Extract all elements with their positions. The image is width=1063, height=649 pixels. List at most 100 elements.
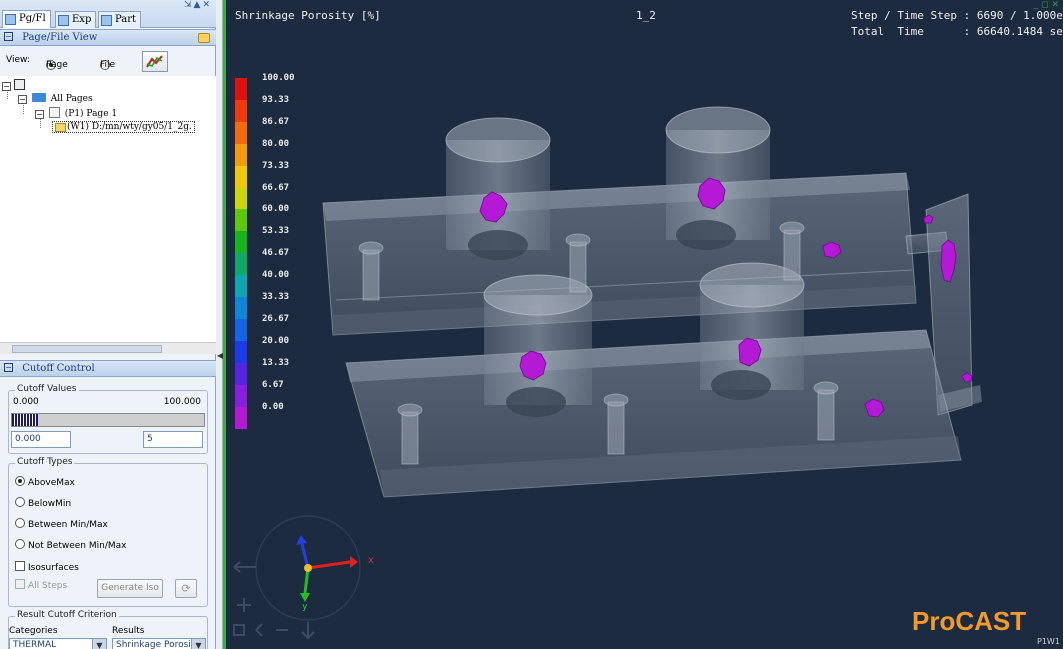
panel-tabs: Pg/Fl Exp Part ⇲▲✕ xyxy=(0,0,216,28)
legend-label: 86.67 xyxy=(262,116,290,127)
legend-swatch xyxy=(235,253,247,276)
results-label: Results xyxy=(112,626,145,636)
x-axis-label: x xyxy=(368,555,375,566)
categories-select[interactable]: THERMAL ▼ xyxy=(9,638,107,649)
not-between-min-max-radio[interactable]: Not Between Min/Max xyxy=(15,539,126,551)
viewport-window-controls[interactable]: _ ◻ ✕ xyxy=(1034,0,1059,10)
cutoff-values-title: Cutoff Values xyxy=(15,384,79,394)
total-time-readout: Total Time : 66640.1484 sec xyxy=(851,25,1063,38)
radio-icon xyxy=(15,497,25,507)
procast-logo: ProCAST xyxy=(912,606,1027,636)
legend-swatch xyxy=(235,340,247,363)
legend-swatch xyxy=(235,143,247,166)
tree-item-page-1[interactable]: − (P1) Page 1 xyxy=(35,107,117,119)
below-min-radio[interactable]: BelowMin xyxy=(15,497,71,509)
tree-horizontal-scrollbar[interactable] xyxy=(0,342,216,354)
legend-label: 33.33 xyxy=(262,292,290,302)
legend-label: 13.33 xyxy=(262,357,290,368)
legend-label: 46.67 xyxy=(262,248,290,259)
radio-icon xyxy=(15,518,25,528)
chevron-down-icon: ▼ xyxy=(191,639,205,649)
legend-swatch xyxy=(235,78,247,100)
cutoff-low-input[interactable]: 0.000 xyxy=(11,431,71,448)
legend-swatch xyxy=(235,209,247,232)
panel-window-controls[interactable]: ⇲▲✕ xyxy=(184,0,212,10)
categories-label: Categories xyxy=(9,626,58,636)
all-steps-checkbox[interactable]: All Steps xyxy=(15,579,67,591)
cutoff-types-title: Cutoff Types xyxy=(15,457,75,467)
cutoff-min-value: 0.000 xyxy=(13,397,39,407)
tab-exp[interactable]: Exp xyxy=(55,11,97,28)
legend-swatch xyxy=(235,362,247,385)
tree-item-window-1[interactable]: (W1) D:/mn/wty/gy05/1_2g. xyxy=(52,121,195,133)
result-title: Shrinkage Porosity [%] xyxy=(235,9,381,22)
tab-pg-fl[interactable]: Pg/Fl xyxy=(2,10,51,28)
collapse-icon[interactable]: − xyxy=(4,363,13,372)
legend-swatch xyxy=(235,406,247,429)
above-max-radio[interactable]: AboveMax xyxy=(15,476,75,488)
collapse-icon[interactable]: − xyxy=(4,32,13,41)
orientation-triad[interactable] xyxy=(255,515,361,621)
cutoff-control-title: Cutoff Control xyxy=(22,363,95,374)
legend-label: 53.33 xyxy=(262,226,290,237)
legend-swatch xyxy=(235,384,247,407)
tree-item-all-pages[interactable]: − All Pages xyxy=(18,93,93,104)
graph-icon xyxy=(146,55,163,68)
legend-label: 93.33 xyxy=(262,94,290,105)
isosurfaces-checkbox[interactable]: Isosurfaces xyxy=(15,561,79,573)
part-icon xyxy=(101,15,112,26)
comment-icon[interactable] xyxy=(198,33,210,43)
legend-swatch xyxy=(235,99,247,122)
radio-icon xyxy=(15,476,25,486)
tab-part[interactable]: Part xyxy=(98,11,142,28)
results-select[interactable]: Shrinkage Porosity ▼ xyxy=(112,638,206,649)
cutoff-max-value: 100.000 xyxy=(163,397,201,407)
page-icon xyxy=(48,107,60,118)
legend-swatch xyxy=(235,318,247,341)
iso-settings-button[interactable]: ⟳ xyxy=(175,579,197,598)
legend-label: 20.00 xyxy=(262,335,290,346)
legend-swatch xyxy=(235,231,247,254)
checkbox-icon xyxy=(15,561,25,571)
view-label: View: xyxy=(6,55,30,65)
y-axis-label: y xyxy=(302,602,308,612)
step-readout: Step / Time Step : 6690 / 1.000e+001 xyxy=(851,9,1063,22)
legend-swatch xyxy=(235,165,247,188)
legend-label: 40.00 xyxy=(262,270,290,281)
legend-label: 26.67 xyxy=(262,313,290,324)
page-file-icon xyxy=(5,14,16,25)
viewport-id: P1W1 xyxy=(1037,637,1060,646)
page-file-view-title: Page/File View xyxy=(22,32,98,43)
legend-label: 6.67 xyxy=(262,379,284,390)
page-file-view-header[interactable]: − Page/File View xyxy=(0,29,216,46)
folder-open-icon xyxy=(31,93,46,102)
slider-handle[interactable] xyxy=(12,414,38,426)
legend-label: 0.00 xyxy=(262,401,284,412)
collapse-icon[interactable]: − xyxy=(2,82,11,91)
explorer-icon xyxy=(58,15,69,26)
collapse-icon[interactable]: − xyxy=(18,95,27,104)
cutoff-control-header[interactable]: − Cutoff Control xyxy=(0,360,216,377)
view-navigation-icons[interactable] xyxy=(233,561,315,640)
chevron-down-icon: ▼ xyxy=(92,639,106,649)
cutoff-high-input[interactable]: 5 xyxy=(143,431,203,448)
scrollbar-thumb[interactable] xyxy=(12,345,162,353)
refresh-view-button[interactable] xyxy=(142,51,168,72)
casting-model[interactable] xyxy=(226,0,1063,649)
legend-swatch xyxy=(235,275,247,298)
generate-iso-button[interactable]: Generate Iso xyxy=(97,579,163,598)
cutoff-range-slider[interactable] xyxy=(11,413,205,427)
legend-swatch xyxy=(235,297,247,319)
left-panel: Pg/Fl Exp Part ⇲▲✕ − Page/File View View… xyxy=(0,0,216,649)
collapse-icon[interactable]: − xyxy=(35,110,44,119)
panel-splitter[interactable]: ◀ xyxy=(216,0,223,649)
tree-root[interactable]: − xyxy=(2,79,25,91)
between-min-max-radio[interactable]: Between Min/Max xyxy=(15,518,108,530)
result-cutoff-criterion-group: Result Cutoff Criterion Categories Resul… xyxy=(8,610,208,649)
3d-viewport[interactable]: Shrinkage Porosity [%] 1_2 Step / Time S… xyxy=(226,0,1063,649)
legend-label: 80.00 xyxy=(262,138,290,149)
radio-icon xyxy=(15,539,25,549)
checkbox-icon xyxy=(15,579,25,589)
document-icon xyxy=(13,79,25,90)
folder-icon xyxy=(55,123,66,132)
